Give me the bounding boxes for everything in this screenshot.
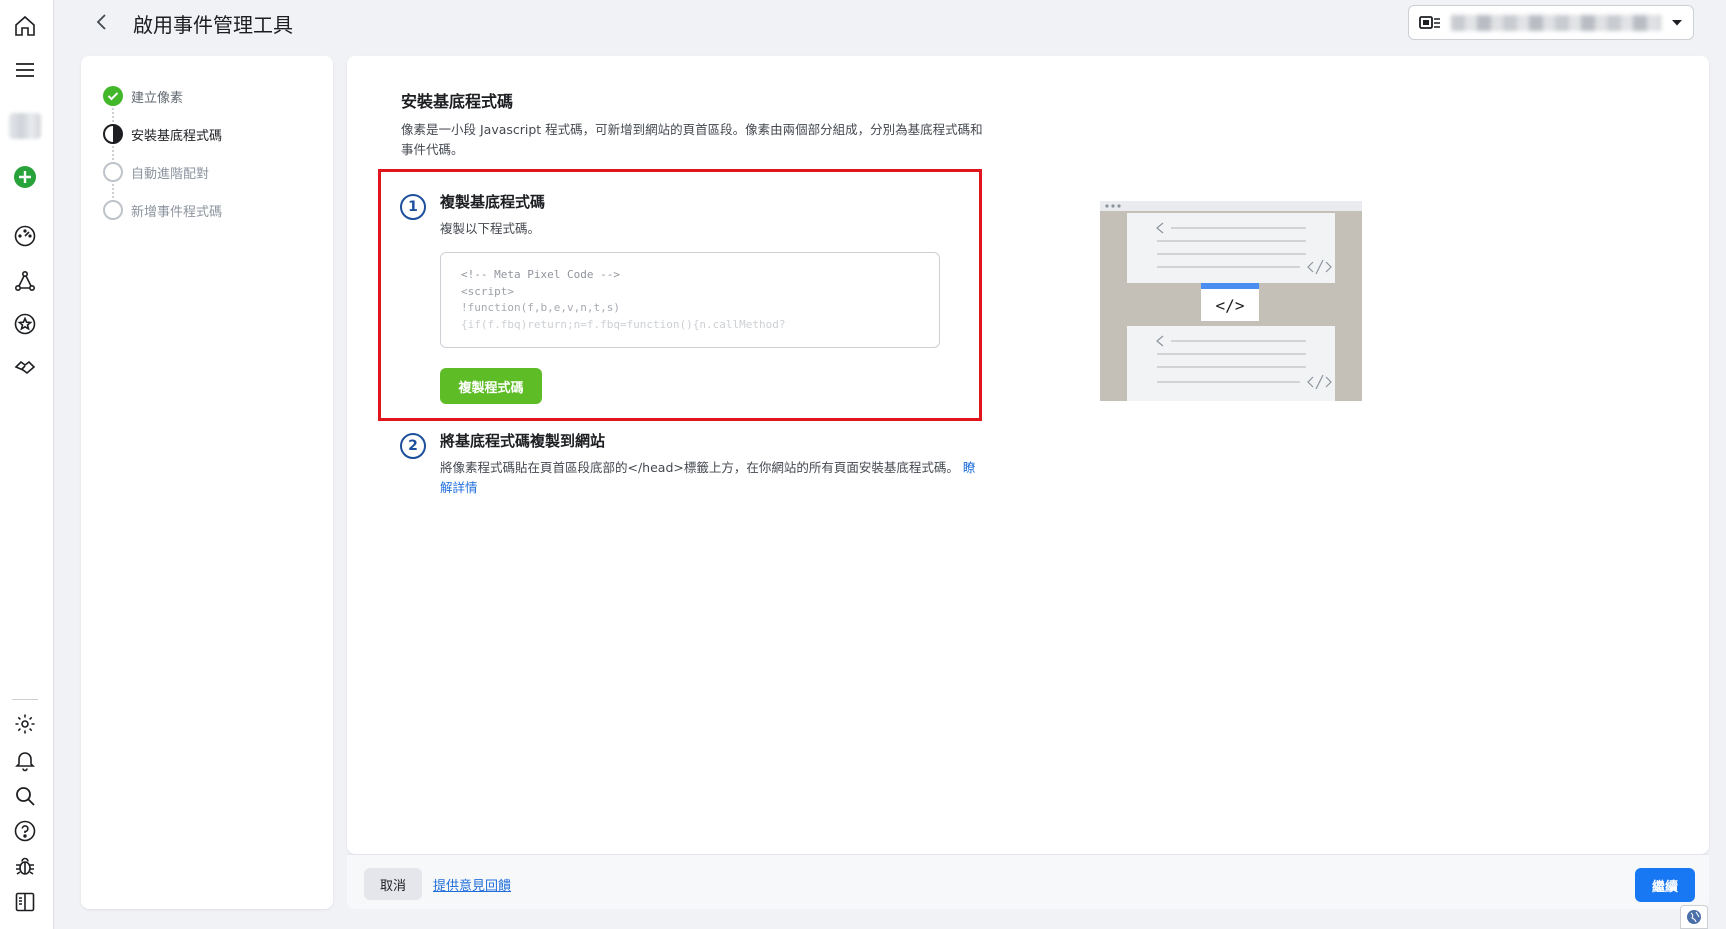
- steps-panel: 建立像素 安裝基底程式碼 自動進階配對 新增事件程式碼: [81, 56, 333, 909]
- menu-icon[interactable]: [11, 56, 39, 84]
- footer-bar: 取消 提供意見回饋 繼續: [347, 854, 1709, 909]
- check-circle-icon: [103, 86, 123, 106]
- account-avatar[interactable]: [9, 113, 41, 139]
- empty-circle-icon: [103, 162, 123, 182]
- empty-circle-icon: [103, 200, 123, 220]
- section-description: 像素是一小段 Javascript 程式碼，可新增到網站的頁首區段。像素由兩個部…: [401, 122, 983, 157]
- step-item-add-event-code[interactable]: 新增事件程式碼: [103, 198, 222, 222]
- section-title: 安裝基底程式碼: [401, 92, 514, 111]
- step2-description-text: 將像素程式碼貼在頁首區段底部的</head>標籤上方，在你網站的所有頁面安裝基底…: [440, 460, 959, 475]
- step-connector: [112, 108, 114, 122]
- base-code-box[interactable]: <!-- Meta Pixel Code --> <script> !funct…: [440, 252, 940, 348]
- code-line: <script>: [461, 284, 514, 298]
- home-icon[interactable]: [11, 12, 39, 40]
- cancel-button[interactable]: 取消: [364, 868, 422, 900]
- side-panel-toggle-icon[interactable]: [11, 888, 39, 916]
- rail-divider: [12, 699, 38, 700]
- copy-code-button[interactable]: 複製程式碼: [440, 368, 542, 404]
- step-number-1: 1: [400, 194, 426, 220]
- globe-icon[interactable]: [1680, 905, 1708, 929]
- step-connector: [112, 146, 114, 160]
- left-nav-rail: [0, 0, 54, 929]
- half-circle-icon: [103, 124, 123, 144]
- step1-title: 複製基底程式碼: [440, 193, 546, 211]
- account-selector[interactable]: [1408, 5, 1694, 40]
- code-install-illustration: </>: [1100, 201, 1362, 401]
- help-question-icon[interactable]: [11, 817, 39, 845]
- code-line: {if(f.fbq)return;n=f.fbq=function(){n.ca…: [461, 317, 786, 331]
- step-label: 自動進階配對: [131, 166, 210, 182]
- step-label: 新增事件程式碼: [131, 204, 223, 220]
- partner-handshake-icon[interactable]: [11, 353, 39, 381]
- chevron-left-icon: [96, 14, 106, 30]
- continue-button[interactable]: 繼續: [1635, 868, 1695, 902]
- give-feedback-link[interactable]: 提供意見回饋: [433, 875, 511, 894]
- back-button[interactable]: [88, 8, 116, 36]
- step2-title: 將基底程式碼複製到網站: [440, 432, 606, 450]
- code-line: !function(f,b,e,v,n,t,s): [461, 301, 620, 314]
- step1-description: 複製以下程式碼。: [440, 221, 541, 236]
- notifications-bell-icon[interactable]: [11, 746, 39, 774]
- star-icon[interactable]: [11, 310, 39, 338]
- main-panel: 安裝基底程式碼 像素是一小段 Javascript 程式碼，可新增到網站的頁首區…: [347, 56, 1709, 854]
- page-title: 啟用事件管理工具: [133, 13, 293, 37]
- search-icon[interactable]: [11, 782, 39, 810]
- step-label: 建立像素: [131, 90, 184, 106]
- dashboard-gauge-icon[interactable]: [11, 222, 39, 250]
- settings-gear-icon[interactable]: [11, 710, 39, 738]
- caret-down-icon: [1672, 19, 1682, 25]
- step-item-auto-advanced-matching[interactable]: 自動進階配對: [103, 160, 209, 184]
- ad-account-icon: [1419, 15, 1440, 29]
- add-icon[interactable]: [11, 163, 39, 191]
- step2-description: 將像素程式碼貼在頁首區段底部的</head>標籤上方，在你網站的所有頁面安裝基底…: [440, 458, 980, 498]
- network-nodes-icon[interactable]: [11, 267, 39, 295]
- step-connector: [112, 184, 114, 198]
- step-item-create-pixel[interactable]: 建立像素: [103, 84, 183, 108]
- code-line: <!-- Meta Pixel Code -->: [461, 268, 620, 281]
- account-name: [1451, 14, 1661, 31]
- step-number-2: 2: [400, 433, 426, 459]
- step-item-install-base-code[interactable]: 安裝基底程式碼: [103, 122, 222, 146]
- step-label: 安裝基底程式碼: [131, 128, 223, 144]
- svg-text:</>: </>: [1216, 296, 1245, 315]
- report-bug-icon[interactable]: [11, 852, 39, 880]
